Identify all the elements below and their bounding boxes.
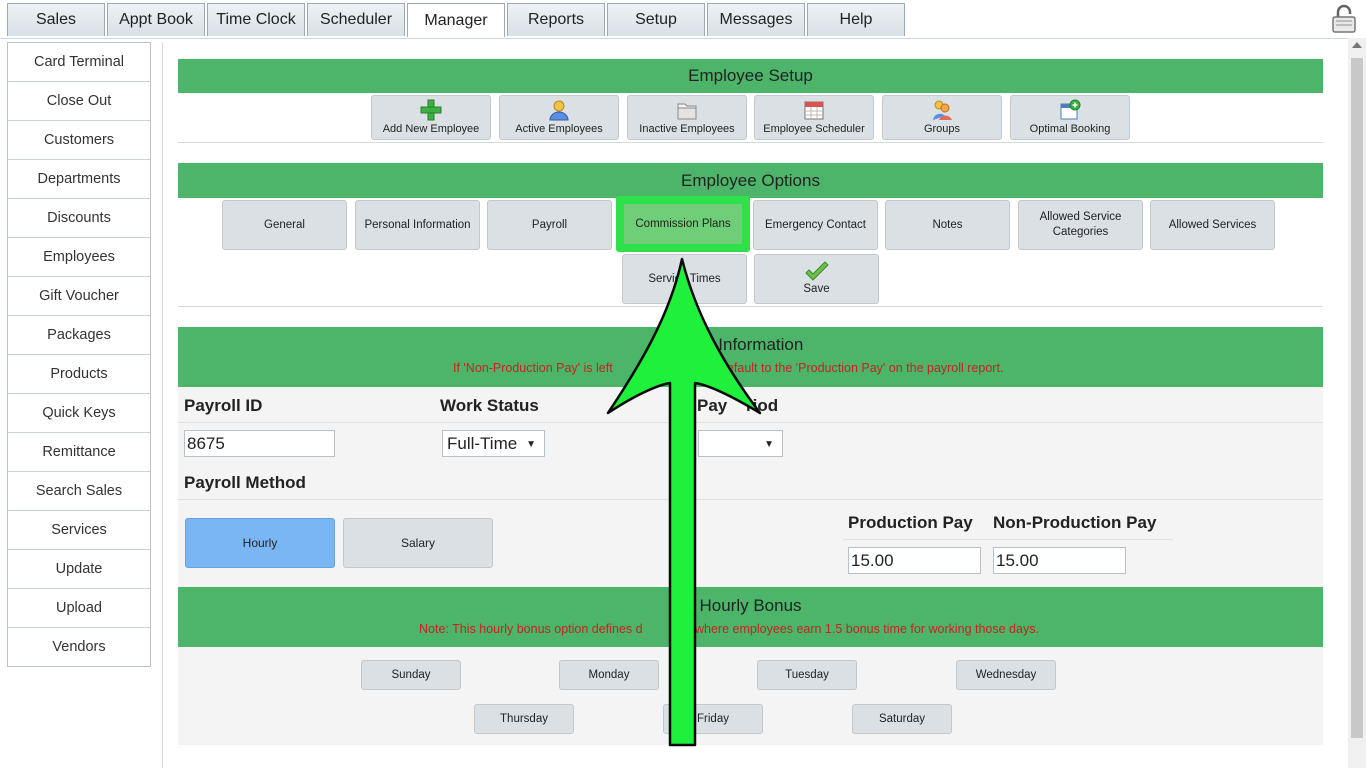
option-allowed-services-button[interactable]: Allowed Services — [1150, 200, 1275, 250]
sidebar-item-quick-keys[interactable]: Quick Keys — [8, 394, 150, 433]
work-status-select[interactable]: Full-Time ▼ — [442, 430, 545, 457]
tab-messages[interactable]: Messages — [707, 3, 805, 36]
manager-sidebar: Card Terminal Close Out Customers Depart… — [7, 42, 151, 667]
inactive-employees-label: Inactive Employees — [639, 123, 735, 135]
day-saturday-button[interactable]: Saturday — [852, 704, 952, 734]
tab-help[interactable]: Help — [807, 3, 905, 36]
divider — [178, 499, 1323, 500]
sidebar-item-remittance[interactable]: Remittance — [8, 433, 150, 472]
day-sunday-button[interactable]: Sunday — [361, 660, 461, 690]
sidebar-item-upload[interactable]: Upload — [8, 589, 150, 628]
calendar-icon — [804, 101, 824, 120]
employee-setup-header: Employee Setup — [178, 59, 1323, 93]
lock-icon[interactable] — [1330, 4, 1358, 34]
option-payroll-button[interactable]: Payroll — [487, 200, 612, 250]
option-personal-information-button[interactable]: Personal Information — [355, 200, 480, 250]
chevron-down-icon: ▼ — [764, 439, 774, 450]
day-thursday-button[interactable]: Thursday — [474, 704, 574, 734]
option-emergency-contact-button[interactable]: Emergency Contact — [753, 200, 878, 250]
optimal-booking-button[interactable]: Optimal Booking — [1010, 95, 1130, 140]
work-status-value: Full-Time — [447, 433, 518, 453]
sidebar-item-customers[interactable]: Customers — [8, 121, 150, 160]
sidebar-item-departments[interactable]: Departments — [8, 160, 150, 199]
sidebar-item-update[interactable]: Update — [8, 550, 150, 589]
save-button[interactable]: Save — [754, 254, 879, 304]
top-nav-bar: Sales Appt Book Time Clock Scheduler Man… — [0, 0, 1366, 39]
scroll-thumb[interactable] — [1351, 58, 1363, 738]
pay-period-select[interactable]: ▼ — [698, 430, 783, 457]
sidebar-item-packages[interactable]: Packages — [8, 316, 150, 355]
tab-appt-book[interactable]: Appt Book — [107, 3, 205, 36]
checkmark-icon — [804, 261, 829, 281]
sidebar-item-discounts[interactable]: Discounts — [8, 199, 150, 238]
hourly-button[interactable]: Hourly — [185, 518, 335, 568]
employee-scheduler-label: Employee Scheduler — [763, 123, 865, 135]
work-status-label: Work Status — [440, 396, 539, 415]
sidebar-item-products[interactable]: Products — [8, 355, 150, 394]
hourly-bonus-header: Hourly Bonus — [178, 587, 1323, 647]
tab-time-clock[interactable]: Time Clock — [207, 3, 305, 36]
day-friday-button[interactable]: Friday — [663, 704, 763, 734]
payroll-id-label: Payroll ID — [184, 396, 263, 415]
scroll-up-icon[interactable] — [1352, 42, 1362, 48]
sidebar-item-vendors[interactable]: Vendors — [8, 628, 150, 666]
sidebar-item-services[interactable]: Services — [8, 511, 150, 550]
divider — [178, 422, 1323, 423]
option-service-times-button[interactable]: Service Times — [622, 254, 747, 304]
groups-label: Groups — [923, 123, 961, 135]
production-pay-input[interactable]: 15.00 — [848, 547, 981, 574]
sidebar-item-search-sales[interactable]: Search Sales — [8, 472, 150, 511]
tab-reports[interactable]: Reports — [507, 3, 605, 36]
inactive-employees-button[interactable]: Inactive Employees — [627, 95, 747, 140]
groups-button[interactable]: Groups — [882, 95, 1002, 140]
option-notes-button[interactable]: Notes — [885, 200, 1010, 250]
commission-plans-label: Commission Plans — [624, 204, 742, 244]
save-label: Save — [803, 283, 830, 295]
sidebar-item-close-out[interactable]: Close Out — [8, 82, 150, 121]
option-general-button[interactable]: General — [222, 200, 347, 250]
day-wednesday-button[interactable]: Wednesday — [956, 660, 1056, 690]
option-allowed-service-categories-button[interactable]: Allowed Service Categories — [1018, 200, 1143, 250]
booking-icon — [1060, 99, 1081, 120]
production-pay-label: Production Pay — [848, 513, 973, 532]
day-tuesday-button[interactable]: Tuesday — [757, 660, 857, 690]
chevron-down-icon: ▼ — [526, 439, 536, 450]
add-new-employee-label: Add New Employee — [382, 123, 480, 135]
non-production-pay-input[interactable]: 15.00 — [993, 547, 1126, 574]
salary-button[interactable]: Salary — [343, 518, 493, 568]
employee-options-header: Employee Options — [178, 163, 1323, 198]
day-monday-button[interactable]: Monday — [559, 660, 659, 690]
sidebar-item-card-terminal[interactable]: Card Terminal — [8, 43, 150, 82]
payroll-id-input[interactable]: 8675 — [184, 430, 335, 457]
employee-setup-toolbar — [178, 93, 1323, 143]
tab-sales[interactable]: Sales — [7, 3, 105, 36]
add-plus-icon — [420, 99, 442, 121]
active-employees-button[interactable]: Active Employees — [499, 95, 619, 140]
group-icon — [933, 100, 952, 120]
payroll-method-label: Payroll Method — [184, 473, 306, 492]
sidebar-item-gift-voucher[interactable]: Gift Voucher — [8, 277, 150, 316]
tab-scheduler[interactable]: Scheduler — [307, 3, 405, 36]
employee-scheduler-button[interactable]: Employee Scheduler — [754, 95, 874, 140]
pay-period-label: Pay riod — [697, 396, 779, 415]
divider — [843, 539, 1173, 540]
optimal-booking-label: Optimal Booking — [1029, 123, 1111, 135]
folder-icon — [677, 103, 697, 120]
add-new-employee-button[interactable]: Add New Employee — [371, 95, 491, 140]
page-scrollbar[interactable] — [1348, 38, 1366, 768]
top-tabs: Sales Appt Book Time Clock Scheduler Man… — [7, 3, 907, 37]
payroll-information-header: ll Information — [178, 327, 1323, 387]
hourly-bonus-title: Hourly Bonus — [699, 596, 802, 615]
sidebar-item-employees[interactable]: Employees — [8, 238, 150, 277]
active-employees-label: Active Employees — [515, 123, 603, 135]
non-production-pay-label: Non-Production Pay — [993, 513, 1157, 532]
tab-setup[interactable]: Setup — [607, 3, 705, 36]
person-icon — [549, 100, 569, 121]
option-commission-plans-button[interactable]: Commission Plans — [616, 196, 750, 252]
tab-manager[interactable]: Manager — [407, 3, 505, 37]
